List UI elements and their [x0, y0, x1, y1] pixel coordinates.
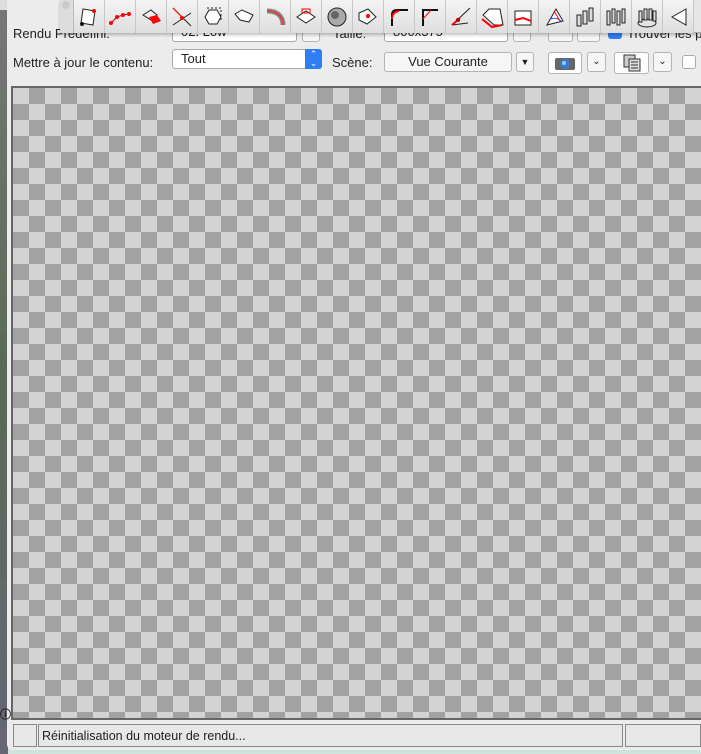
chamfer-tool-icon [422, 8, 438, 26]
cube-tool-button[interactable] [353, 0, 384, 33]
polygon-tool-icon [204, 7, 222, 24]
scene-dropdown-button[interactable]: ▼ [516, 52, 534, 72]
documents-icon [623, 54, 640, 72]
info-icon[interactable]: ⓘ [0, 706, 11, 721]
section-tool-button[interactable] [508, 0, 539, 33]
fillet-tool-icon [391, 8, 408, 26]
stepper-icon: ⌃ ⌄ [305, 49, 322, 69]
copy-button[interactable] [614, 52, 649, 74]
update-value: Tout [181, 51, 206, 66]
update-select[interactable]: Tout ⌃ ⌄ [172, 49, 322, 69]
more-tool-button[interactable] [663, 0, 694, 33]
extrude-tool-icon [234, 8, 254, 23]
push-tool-button[interactable] [291, 0, 322, 33]
array-tool-icon [606, 8, 626, 25]
intersect-tool-icon [172, 7, 192, 26]
camera-icon [555, 58, 575, 70]
face-tool-icon [142, 8, 161, 24]
line-split-tool-icon [451, 7, 471, 26]
push-tool-icon [296, 8, 316, 24]
bend-tool-button[interactable] [260, 0, 291, 33]
fillet-tool-button[interactable] [384, 0, 415, 33]
camera-button[interactable] [548, 52, 582, 74]
polygon-tool-button[interactable] [198, 0, 229, 33]
status-cell-right [625, 724, 701, 747]
copy-options-button[interactable]: ⌄ [653, 52, 672, 72]
status-cell [13, 724, 37, 747]
ring-tool-button[interactable] [632, 0, 663, 33]
update-label: Mettre à jour le contenu: [13, 55, 154, 70]
sphere-tool-icon [327, 7, 347, 26]
more-tool-icon [670, 7, 687, 26]
tools-toolbar [60, 0, 701, 33]
array-tool-button[interactable] [601, 0, 632, 33]
rectangle-tool-icon [80, 7, 96, 26]
curve-surface-tool-button[interactable] [539, 0, 570, 33]
line-split-tool-button[interactable] [446, 0, 477, 33]
rectangle-tool-button[interactable] [74, 0, 105, 33]
status-message: Réinitialisation du moteur de rendu... [38, 724, 623, 747]
polyline-tool-icon [109, 11, 131, 25]
bend-tool-icon [266, 8, 286, 25]
section-tool-icon [514, 10, 532, 25]
chamfer-tool-button[interactable] [415, 0, 446, 33]
offset-tool-button[interactable] [477, 0, 508, 33]
cube-tool-icon [358, 7, 377, 25]
curve-surface-tool-icon [545, 7, 564, 26]
toolbar-grip[interactable] [60, 0, 74, 33]
columns-tool-button[interactable] [570, 0, 601, 33]
render-preview-canvas[interactable] [11, 86, 701, 720]
option-checkbox[interactable] [682, 55, 696, 69]
extrude-tool-button[interactable] [229, 0, 260, 33]
intersect-tool-button[interactable] [167, 0, 198, 33]
scene-label: Scène: [332, 55, 373, 70]
offset-tool-icon [481, 8, 504, 28]
columns-tool-icon [576, 7, 594, 26]
polyline-tool-button[interactable] [105, 0, 136, 33]
scene-button[interactable]: Vue Courante [384, 52, 512, 72]
sphere-tool-button[interactable] [322, 0, 353, 33]
camera-options-button[interactable]: ⌄ [587, 52, 606, 72]
ring-tool-icon [637, 8, 657, 27]
face-tool-button[interactable] [136, 0, 167, 33]
